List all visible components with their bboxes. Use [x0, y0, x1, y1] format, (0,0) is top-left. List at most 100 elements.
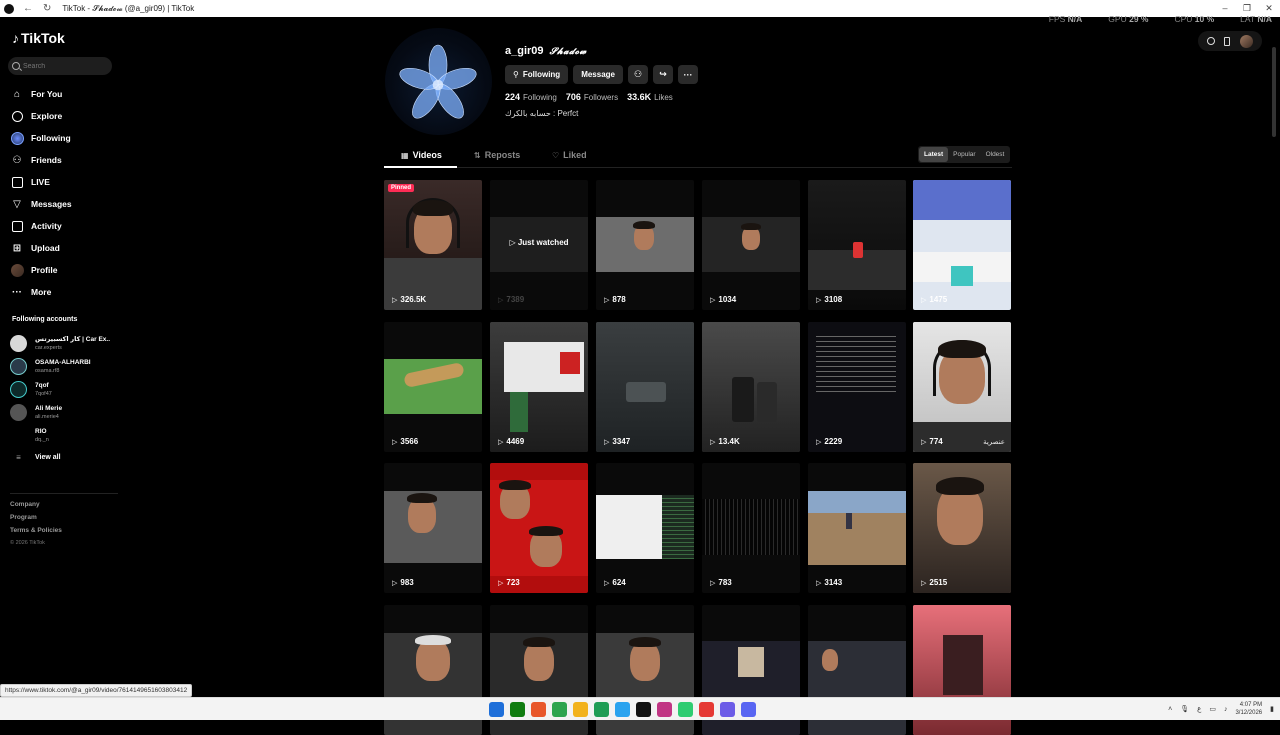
activity-icon [10, 219, 24, 233]
avatar [10, 335, 27, 352]
sort-popular[interactable]: Popular [948, 147, 980, 162]
video-tile[interactable]: ▷ 3347 [596, 322, 694, 452]
taskbar-app-icon[interactable] [741, 702, 756, 717]
search-input[interactable] [23, 62, 108, 70]
video-tile[interactable]: ▷ 983 [384, 463, 482, 593]
video-tile[interactable]: ▷ 783 [702, 463, 800, 593]
language-indicator[interactable]: ع [1197, 705, 1201, 713]
account-item[interactable]: OSAMA-ALHARBI osama.rf8 [10, 355, 110, 378]
grid-icon: ▦ [401, 150, 409, 160]
taskbar-app-icon[interactable] [510, 702, 525, 717]
sort-latest[interactable]: Latest [919, 147, 949, 162]
nav-upload[interactable]: ⊞ Upload [10, 237, 72, 259]
perf-gpu: GPU 29 % [1108, 14, 1149, 24]
video-tile[interactable]: ▷ 878 [596, 180, 694, 310]
taskbar-app-icon[interactable] [678, 702, 693, 717]
notification-icon[interactable]: ▮ [1270, 705, 1274, 713]
play-icon: ▷ [498, 438, 504, 446]
profile-avatar[interactable] [385, 28, 492, 135]
video-tile[interactable]: Pinned ▷ 326.5K [384, 180, 482, 310]
more-options-icon[interactable]: ··· [677, 65, 698, 84]
taskbar-app-icon[interactable] [573, 702, 588, 717]
liked-icon: ♡ [552, 150, 560, 160]
view-count: ▷ 3566 [392, 437, 419, 446]
account-item[interactable]: RIO dq._n [10, 424, 110, 447]
play-icon: ▷ [816, 438, 822, 446]
footer-program-link[interactable]: Program [10, 514, 62, 527]
taskbar-app-icon[interactable] [489, 702, 504, 717]
nav-for-you[interactable]: ⌂ For You [10, 83, 72, 105]
taskbar-app-icon[interactable] [699, 702, 714, 717]
reload-icon[interactable]: ↻ [43, 3, 51, 14]
back-icon[interactable]: ← [23, 3, 33, 14]
view-count: ▷ 2515 [921, 578, 948, 587]
taskbar-app-icon[interactable] [594, 702, 609, 717]
video-tile[interactable]: ▷ 4469 [490, 322, 588, 452]
account-item[interactable]: Ali Merie ali.merie4 [10, 401, 110, 424]
taskbar-app-icon[interactable] [531, 702, 546, 717]
footer-company-link[interactable]: Company [10, 501, 62, 514]
nav-activity[interactable]: Activity [10, 215, 72, 237]
user-avatar[interactable] [1240, 34, 1254, 48]
message-button[interactable]: Message [573, 65, 623, 84]
chevron-up-icon[interactable]: ˄ [1168, 706, 1172, 713]
taskbar-app-icon[interactable] [615, 702, 630, 717]
taskbar-app-icon[interactable] [657, 702, 672, 717]
account-item[interactable]: كار اكسبيرتس | Car Ex... car.experts [10, 332, 110, 355]
video-tile[interactable]: ▷ 3566 [384, 322, 482, 452]
just-watched-label: ▷ Just watched [509, 238, 569, 247]
sort-oldest[interactable]: Oldest [981, 147, 1010, 162]
nav-friends[interactable]: ⚇ Friends [10, 149, 72, 171]
stat-followers[interactable]: 706 Followers [566, 92, 618, 102]
main-nav: ⌂ For You Explore Following ⚇ Friends LI… [10, 83, 72, 303]
video-tile[interactable]: ▷ 2229 [808, 322, 906, 452]
video-tile[interactable]: ▷ 3143 [808, 463, 906, 593]
user-check-icon: ⚲ [513, 70, 519, 79]
account-item[interactable]: 7qof 7qof47 [10, 378, 110, 401]
profile-bio: حسابه بالكرك : Perfct [505, 109, 579, 118]
nav-explore[interactable]: Explore [10, 105, 72, 127]
page-scrollbar[interactable] [1270, 17, 1278, 695]
nav-following[interactable]: Following [10, 127, 72, 149]
video-tile[interactable]: ▷ 723 [490, 463, 588, 593]
video-tile[interactable]: ▷ 774 عنصرية [913, 322, 1011, 452]
nav-messages[interactable]: ▽ Messages [10, 193, 72, 215]
video-tile[interactable]: ▷ 3108 [808, 180, 906, 310]
video-tile[interactable]: ▷ 13.4K [702, 322, 800, 452]
sidebar-footer: Company Program Terms & Policies © 2026 … [10, 501, 62, 553]
search-icon [12, 62, 20, 70]
taskbar-app-icon[interactable] [636, 702, 651, 717]
video-tile[interactable]: ▷ 1034 [702, 180, 800, 310]
nav-more[interactable]: ··· More [10, 281, 72, 303]
stat-following[interactable]: 224 Following [505, 92, 557, 102]
profile-username: a_gir09 𝓢𝓱𝓪𝓭𝓸𝔀 [505, 45, 587, 57]
video-tile[interactable]: ▷ Just watched ▷ 7389 [490, 180, 588, 310]
microphone-icon[interactable]: 🎙︎ [1180, 705, 1189, 713]
view-count: ▷ 4469 [498, 437, 525, 446]
tab-liked[interactable]: ♡ Liked [552, 150, 587, 160]
add-friend-icon[interactable]: ⚇ [627, 65, 648, 84]
share-icon[interactable]: ↪ [652, 65, 673, 84]
tab-reposts[interactable]: ⇅ Reposts [474, 150, 520, 160]
coins-icon[interactable] [1206, 37, 1215, 45]
taskbar-app-icon[interactable] [552, 702, 567, 717]
search-box[interactable] [8, 57, 112, 75]
footer-terms-link[interactable]: Terms & Policies [10, 527, 62, 540]
nav-profile[interactable]: Profile [10, 259, 72, 281]
following-button[interactable]: ⚲ Following [505, 65, 569, 84]
view-all-link[interactable]: ≡ View all [10, 447, 110, 467]
friends-icon: ⚇ [12, 154, 22, 166]
tab-videos[interactable]: ▦ Videos [401, 150, 442, 160]
clock[interactable]: 4:07 PM 3/12/2026 [1235, 701, 1262, 717]
video-tile[interactable]: ▷ 1475 [913, 180, 1011, 310]
view-count: ▷ 783 [710, 578, 732, 587]
tiktok-logo[interactable]: ♪ TikTok [12, 30, 65, 46]
taskbar-app-icon[interactable] [720, 702, 735, 717]
tiktok-note-icon: ♪ [12, 30, 19, 46]
network-icon[interactable]: ▭ [1209, 705, 1216, 713]
video-tile[interactable]: ▷ 2515 [913, 463, 1011, 593]
nav-live[interactable]: LIVE [10, 171, 72, 193]
volume-icon[interactable]: ♪ [1224, 706, 1228, 713]
video-tile[interactable]: ▷ 624 [596, 463, 694, 593]
get-app-icon[interactable] [1224, 36, 1231, 46]
